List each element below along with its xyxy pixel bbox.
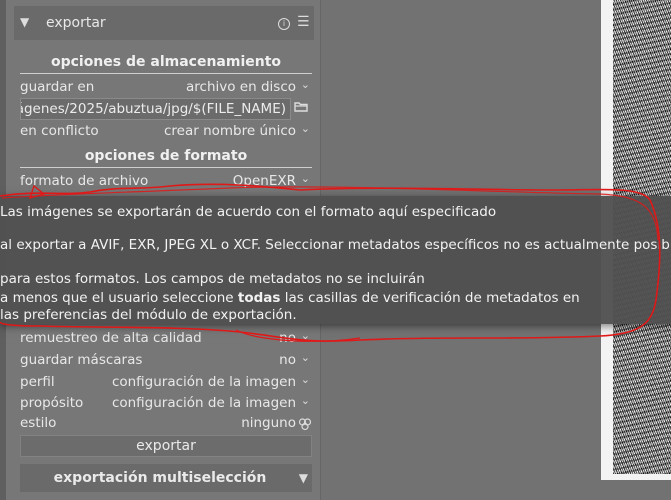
- style-row[interactable]: estilo ninguno: [20, 415, 312, 433]
- chevron-down-icon[interactable]: ⌄: [301, 394, 310, 407]
- format-tooltip: Las imágenes se exportarán de acuerdo co…: [0, 196, 671, 324]
- target-label: guardar en: [20, 79, 95, 95]
- chevron-down-icon[interactable]: ⌄: [301, 78, 310, 91]
- hq-value[interactable]: no: [279, 330, 296, 346]
- section-divider: [20, 167, 312, 168]
- profile-label: perfil: [20, 374, 55, 390]
- chevron-down-icon[interactable]: ⌄: [301, 172, 310, 185]
- conflict-label: en conflicto: [20, 123, 99, 139]
- intent-label: propósito: [20, 395, 84, 411]
- chevron-down-icon[interactable]: ⌄: [301, 329, 310, 342]
- tooltip-line: a menos que el usuario seleccione todas …: [0, 290, 580, 306]
- intent-row[interactable]: propósito configuración de la imagen ⌄: [20, 394, 312, 413]
- module-title: exportar: [46, 15, 106, 31]
- on-conflict-row[interactable]: en conflicto crear nombre único ⌄: [20, 122, 312, 141]
- hq-label: remuestreo de alta calidad: [20, 330, 202, 346]
- export-path-input[interactable]: ágenes/2025/abuztua/jpg/$(FILE_NAME): [20, 98, 291, 120]
- style-label: estilo: [20, 415, 57, 431]
- store-masks-row[interactable]: guardar máscaras no ⌄: [20, 351, 312, 370]
- conflict-value[interactable]: crear nombre único: [164, 123, 296, 139]
- chevron-down-icon[interactable]: ⌄: [301, 351, 310, 364]
- target-storage-row[interactable]: guardar en archivo en disco ⌄: [20, 78, 312, 97]
- collapse-arrow-icon[interactable]: ▼: [20, 15, 29, 29]
- tooltip-line: para estos formatos. Los campos de metad…: [0, 271, 425, 287]
- file-format-row[interactable]: formato de archivo OpenEXR ⌄: [20, 172, 312, 191]
- format-section-title: opciones de formato: [84, 148, 248, 164]
- tooltip-bold-text: todas: [237, 290, 281, 306]
- chevron-down-icon[interactable]: ⌄: [301, 373, 310, 386]
- style-icon[interactable]: [298, 417, 312, 431]
- tooltip-line: las preferencias del módulo de exportaci…: [0, 307, 297, 323]
- high-quality-resampling-row[interactable]: remuestreo de alta calidad no ⌄: [20, 329, 312, 348]
- intent-value[interactable]: configuración de la imagen: [112, 395, 296, 411]
- export-button[interactable]: exportar: [20, 435, 312, 457]
- profile-row[interactable]: perfil configuración de la imagen ⌄: [20, 373, 312, 392]
- masks-label: guardar máscaras: [20, 352, 143, 368]
- menu-icon[interactable]: ☰: [297, 14, 310, 30]
- multi-export-title: exportación multiselección: [53, 470, 267, 486]
- export-module-header[interactable]: ▼ exportar i ☰: [14, 6, 314, 40]
- expand-arrow-icon[interactable]: ▼: [299, 471, 308, 485]
- tooltip-text: las casillas de verificación de metadato…: [280, 290, 580, 306]
- style-value[interactable]: ninguno: [241, 415, 296, 431]
- multi-export-header[interactable]: exportación multiselección ▼: [20, 464, 312, 492]
- tooltip-line: al exportar a AVIF, EXR, JPEG XL o XCF. …: [0, 237, 671, 253]
- section-divider: [20, 73, 312, 74]
- folder-icon[interactable]: [294, 101, 308, 112]
- file-format-value[interactable]: OpenEXR: [233, 173, 296, 189]
- masks-value[interactable]: no: [279, 352, 296, 368]
- tooltip-text: a menos que el usuario seleccione: [0, 290, 238, 306]
- tooltip-line: Las imágenes se exportarán de acuerdo co…: [0, 204, 497, 220]
- info-icon[interactable]: i: [278, 18, 290, 30]
- profile-value[interactable]: configuración de la imagen: [112, 374, 296, 390]
- target-value[interactable]: archivo en disco: [186, 79, 296, 95]
- export-path-value[interactable]: ágenes/2025/abuztua/jpg/$(FILE_NAME): [21, 99, 286, 119]
- chevron-down-icon[interactable]: ⌄: [301, 122, 310, 135]
- storage-section-title: opciones de almacenamiento: [50, 54, 282, 70]
- file-format-label: formato de archivo: [20, 173, 149, 189]
